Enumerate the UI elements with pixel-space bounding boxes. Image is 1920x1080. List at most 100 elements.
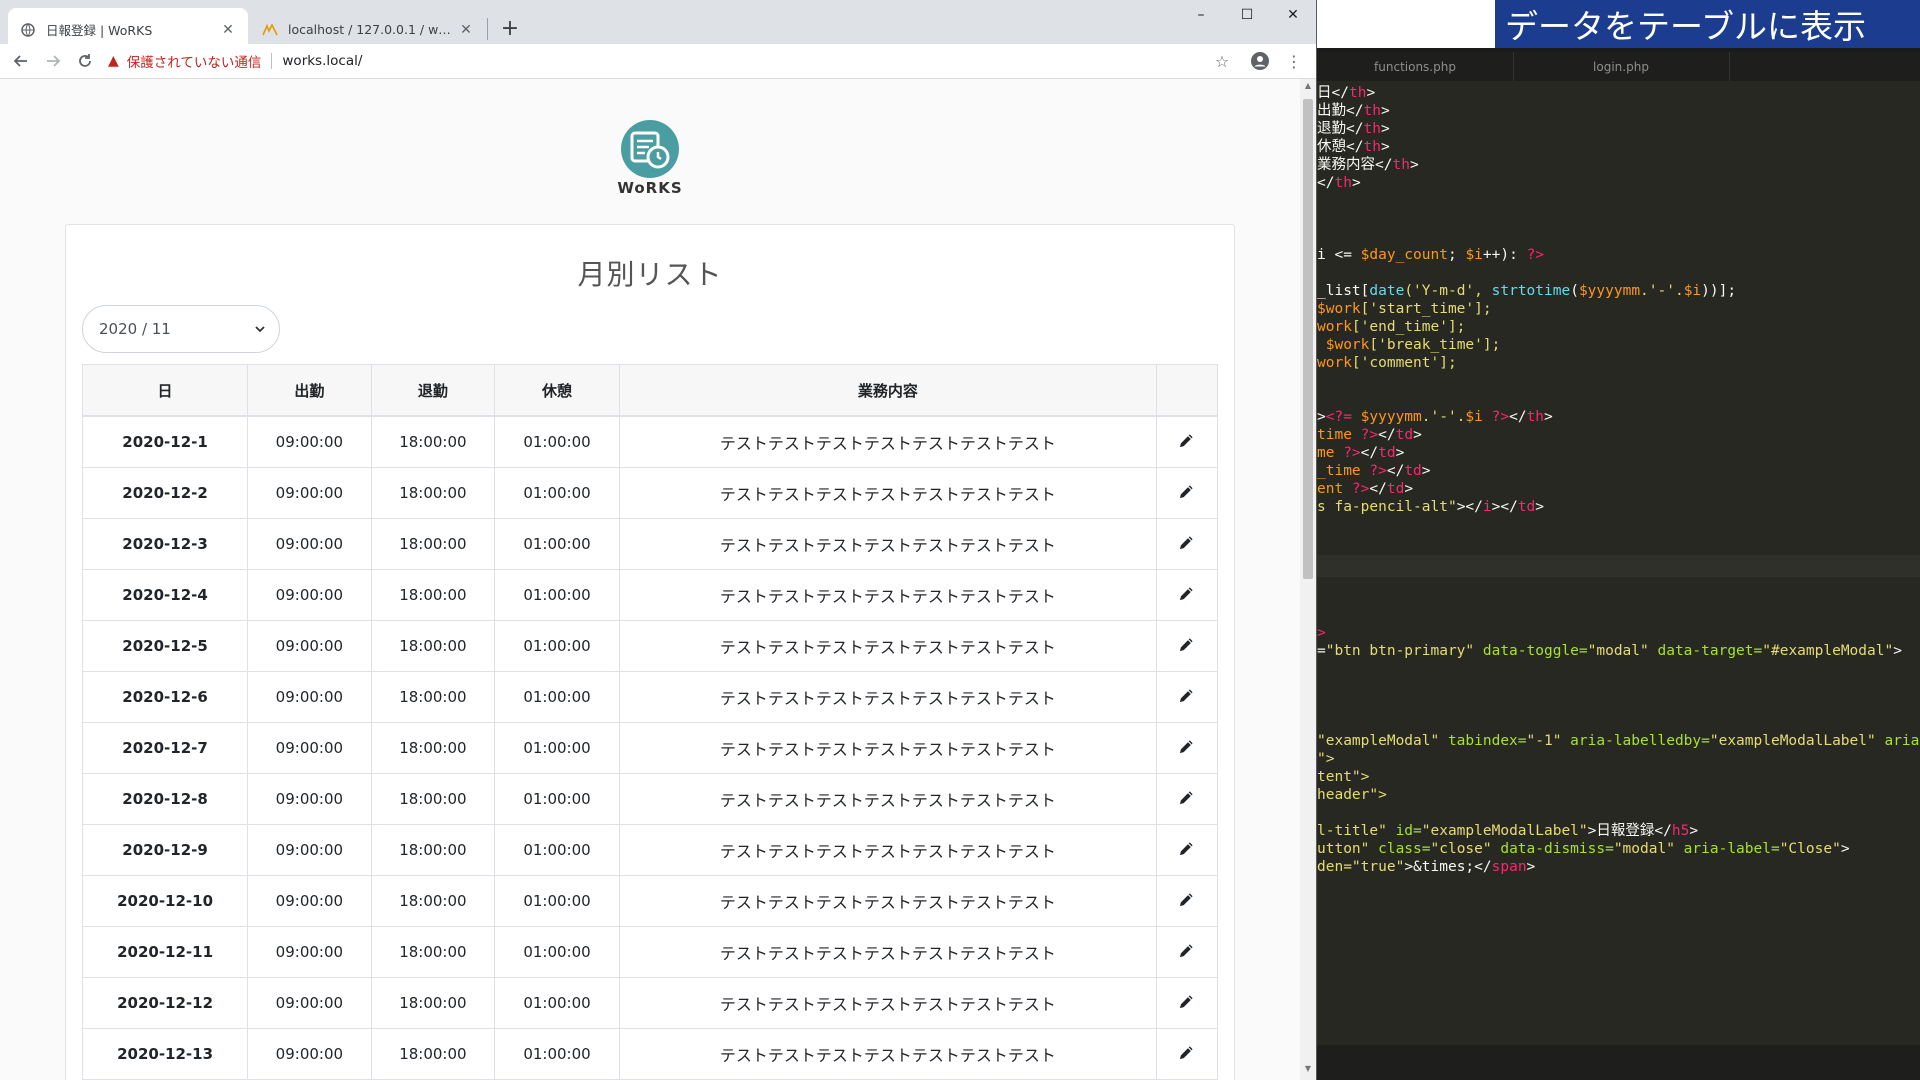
start-time-cell: 09:00:00 [247,824,372,876]
code-token: > [1893,643,1902,659]
minimize-button[interactable]: – [1178,0,1224,30]
code-token: ; [1447,247,1466,263]
code-token: work [1317,355,1352,371]
editor-tab-login[interactable]: login.php [1513,52,1730,81]
break-time-cell: 01:00:00 [494,518,620,570]
reload-icon[interactable] [72,48,98,74]
code-token: </ [1509,409,1527,425]
code-token: ))]; [1701,283,1737,299]
date-cell: 2020-12-11 [81,926,249,978]
code-token: $i [1465,247,1483,263]
code-token: > [1317,409,1326,425]
code-token: >&times;</ [1404,859,1492,875]
close-tab-icon[interactable]: ✕ [458,22,474,38]
code-token: 出勤</ [1317,103,1364,119]
end-time-cell: 18:00:00 [370,977,496,1029]
code-token: ['start_time']; [1360,301,1492,317]
code-token: <?= [1325,409,1361,425]
end-time-cell: 18:00:00 [370,926,496,978]
code-token: class= [1369,841,1431,857]
end-time-cell: 18:00:00 [370,569,496,621]
code-token: > [1689,823,1699,839]
pencil-edit-icon[interactable] [1179,637,1194,656]
code-token: ['break_time']; [1369,337,1501,353]
scroll-down-icon[interactable]: ▼ [1300,1064,1316,1078]
maximize-button[interactable]: ☐ [1224,0,1270,30]
code-token: ( [1570,283,1579,299]
vertical-scrollbar[interactable]: ▲ ▼ [1300,79,1316,1080]
pencil-edit-icon[interactable] [1179,433,1194,452]
comment-cell: テストテストテストテストテストテストテスト [618,875,1157,927]
forward-arrow-icon[interactable] [40,48,66,74]
comment-cell: テストテストテストテストテストテストテスト [618,671,1157,723]
pencil-edit-icon[interactable] [1179,994,1194,1013]
code-token: </ [1360,445,1379,461]
header-break: 休憩 [494,364,620,417]
code-token: th [1334,175,1352,191]
editor-top-bar: データをテーブルに表示 [1317,0,1920,52]
edit-cell [1155,722,1219,774]
address-separator [271,53,273,69]
code-token: i <= [1317,247,1361,263]
code-token: > [1380,121,1390,137]
comment-cell: テストテストテストテストテストテストテスト [618,518,1157,570]
pencil-edit-icon[interactable] [1179,484,1194,503]
pencil-edit-icon[interactable] [1179,790,1194,809]
video-caption: データをテーブルに表示 [1495,0,1920,48]
scrollbar-thumb[interactable] [1303,99,1313,579]
start-time-cell: 09:00:00 [247,620,372,672]
code-token: "modal" [1587,643,1649,659]
date-cell: 2020-12-12 [81,977,249,1029]
comment-cell: テストテストテストテストテストテストテスト [618,722,1157,774]
close-window-button[interactable]: ✕ [1270,0,1316,30]
pencil-edit-icon[interactable] [1179,892,1194,911]
month-select[interactable]: 2020 / 11 [82,305,280,353]
close-tab-icon[interactable]: ✕ [220,22,236,38]
code-token: $yyyymm [1578,283,1641,299]
edit-cell [1155,569,1219,621]
code-token: ?> [1343,445,1361,461]
comment-cell: テストテストテストテストテストテストテスト [618,926,1157,978]
code-token: > [1840,841,1850,857]
pencil-edit-icon[interactable] [1179,586,1194,605]
pencil-edit-icon[interactable] [1179,841,1194,860]
code-token: > [1404,481,1414,497]
code-token: _list[ [1317,283,1370,299]
code-token: > [1544,409,1553,425]
date-cell: 2020-12-1 [81,415,249,468]
code-token: ('Y-m-d', [1404,283,1492,299]
start-time-cell: 09:00:00 [247,671,372,723]
comment-cell: テストテストテストテストテストテストテスト [618,977,1157,1029]
code-line: i <= $day_count; $i++): ?> [1317,244,1544,266]
tab-title: localhost / 127.0.0.1 / works / wo [288,22,458,37]
pencil-edit-icon[interactable] [1179,1045,1194,1064]
end-time-cell: 18:00:00 [370,773,496,825]
new-tab-button[interactable]: + [496,14,524,42]
profile-icon[interactable] [1248,49,1272,73]
edit-cell [1155,875,1219,927]
code-line: "exampleModal" tabindex="-1" aria-labell… [1317,730,1920,752]
table-row: 2020-12-8 09:00:00 18:00:00 01:00:00 テストテストテ… [81,773,1219,825]
back-arrow-icon[interactable] [8,48,34,74]
pencil-edit-icon[interactable] [1179,688,1194,707]
code-token: "exampleModal" [1317,733,1440,749]
kebab-menu-icon[interactable]: ⋮ [1282,49,1306,73]
scroll-up-icon[interactable]: ▲ [1300,81,1316,95]
address-bar[interactable]: ▲ 保護されていない通信 works.local/ [108,47,1238,75]
code-token: > [1409,157,1419,173]
pencil-edit-icon[interactable] [1179,943,1194,962]
code-token: "btn btn-primary" [1325,643,1475,659]
editor-tab-functions[interactable]: functions.php [1317,52,1514,81]
bookmark-star-icon[interactable]: ☆ [1210,49,1234,73]
code-token: $work [1317,337,1370,353]
works-logo[interactable]: WoRKS [610,119,690,199]
logo-wordmark: WoRKS [617,179,682,197]
edit-cell [1155,977,1219,1029]
pencil-edit-icon[interactable] [1179,739,1194,758]
code-token: strtotime [1491,283,1571,299]
code-token: > [1366,85,1376,101]
code-token: "exampleModalLabel" [1421,823,1588,839]
code-line: s fa-pencil-alt"></i></td> [1317,496,1544,518]
pencil-edit-icon[interactable] [1179,535,1194,554]
code-token: td [1378,445,1396,461]
